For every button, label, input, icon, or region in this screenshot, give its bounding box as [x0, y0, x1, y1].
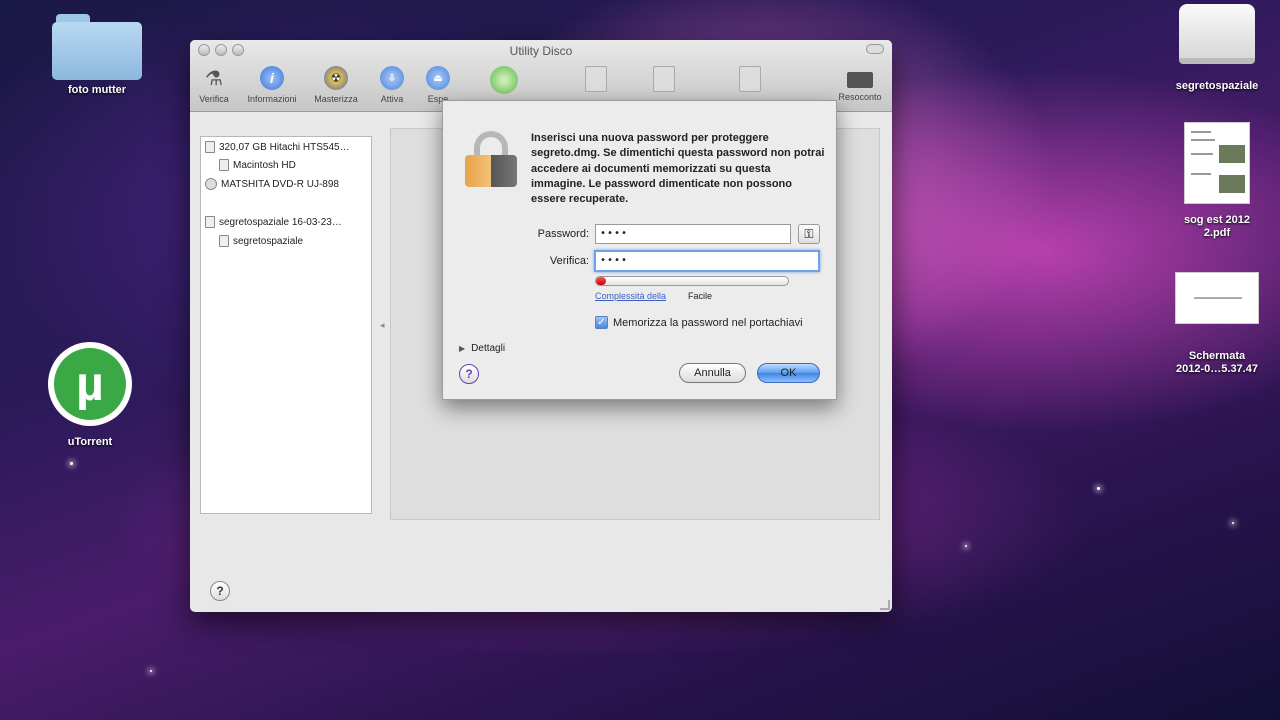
toolbar-resoconto-button[interactable]: Resoconto — [830, 66, 890, 102]
password-sheet: Inserisci una nuova password per protegg… — [442, 100, 837, 400]
burn-icon: ☢ — [324, 66, 348, 90]
mount-icon: ⇩ — [380, 66, 404, 90]
toolbar-verifica-button[interactable]: ⚗ Verifica — [184, 66, 244, 105]
sidebar-item-dvd-drive[interactable]: MATSHITA DVD-R UJ-898 — [205, 178, 339, 190]
toolbar-label: Masterizza — [314, 94, 358, 104]
verify-label: Verifica: — [549, 255, 589, 267]
cancel-button[interactable]: Annulla — [679, 363, 746, 383]
utorrent-app-icon: µ — [48, 342, 132, 426]
desktop-icon-label: sog est 2012 2.pdf — [1183, 214, 1251, 239]
password-assistant-key-icon[interactable]: ⚿ — [798, 224, 820, 244]
optical-drive-icon — [205, 178, 217, 190]
details-disclosure[interactable]: ▶ Dettagli — [459, 343, 505, 354]
password-label: Password: — [537, 228, 589, 240]
window-title: Utility Disco — [509, 44, 573, 58]
new-image-icon — [585, 66, 607, 92]
star — [1232, 522, 1234, 524]
log-icon — [847, 72, 873, 88]
remember-in-keychain-checkbox[interactable]: ✓ — [595, 316, 608, 329]
disclosure-triangle-icon: ▶ — [459, 344, 466, 353]
sidebar-item-label: Macintosh HD — [233, 159, 296, 171]
disk-image-icon — [205, 216, 215, 228]
desktop-icon-disk-image[interactable]: segretospaziale — [1170, 4, 1264, 93]
pdf-document-icon — [1184, 122, 1250, 204]
resize-handle[interactable] — [880, 600, 890, 610]
password-strength-link[interactable]: Complessità della — [595, 291, 666, 301]
toolbar-informazioni-button[interactable]: i Informazioni — [242, 66, 302, 104]
toolbar-label: Informazioni — [247, 94, 297, 104]
screenshot-thumbnail-icon — [1175, 272, 1259, 324]
remember-in-keychain-label: Memorizza la password nel portachiavi — [613, 316, 803, 329]
sidebar-item-label: 320,07 GB Hitachi HTS545… — [219, 141, 350, 153]
folder-icon — [52, 14, 142, 80]
lock-icon — [465, 131, 517, 187]
verify-password-field[interactable]: •••• — [594, 250, 820, 272]
microscope-icon: ⚗ — [205, 67, 223, 90]
star — [965, 545, 967, 547]
sidebar-item-label: segretospaziale 16-03-23… — [219, 216, 342, 228]
star — [150, 670, 152, 672]
info-icon: i — [260, 66, 284, 90]
star — [1097, 487, 1100, 490]
password-field[interactable]: •••• — [595, 224, 791, 244]
ok-button[interactable]: OK — [757, 363, 820, 383]
toolbar-toggle-button[interactable] — [866, 44, 884, 54]
sidebar-item-hitachi-disk[interactable]: 320,07 GB Hitachi HTS545… — [205, 141, 350, 153]
strength-fill — [596, 277, 606, 285]
desktop-icon-utorrent[interactable]: µ uTorrent — [46, 342, 134, 449]
desktop-icon-screenshot[interactable]: Schermata 2012-0…5.37.47 — [1160, 272, 1274, 376]
toolbar-espelli-button[interactable]: ⏏ Espe — [408, 66, 468, 104]
eject-icon: ⏏ — [426, 66, 450, 90]
desktop-icon-label: Schermata 2012-0…5.37.47 — [1176, 350, 1258, 375]
toolbar-enable-journaling-button[interactable] — [474, 66, 534, 94]
desktop-icon-label: uTorrent — [67, 436, 113, 448]
split-view-handle[interactable]: ◂ — [380, 320, 385, 331]
star — [70, 462, 73, 465]
desktop-icon-label: segretospaziale — [1175, 80, 1259, 92]
sidebar-item-label: MATSHITA DVD-R UJ-898 — [221, 178, 339, 190]
details-label: Dettagli — [471, 343, 506, 354]
desktop-icon-pdf[interactable]: sog est 2012 2.pdf — [1170, 122, 1264, 240]
sidebar-item-label: segretospaziale — [233, 235, 304, 247]
sidebar-item-disk-image[interactable]: segretospaziale 16-03-23… — [205, 216, 342, 228]
sheet-help-button[interactable]: ? — [459, 364, 479, 384]
toolbar-convert-button[interactable] — [634, 66, 694, 92]
sidebar-item-segretospaziale-volume[interactable]: segretospaziale — [219, 235, 303, 247]
convert-icon — [653, 66, 675, 92]
password-instructions: Inserisci una nuova password per protegg… — [531, 132, 825, 206]
disk-sidebar: 320,07 GB Hitachi HTS545… Macintosh HD M… — [200, 136, 372, 514]
volume-icon — [219, 235, 229, 247]
toolbar-label: Verifica — [199, 94, 229, 104]
desktop-icon-label: foto mutter — [67, 84, 127, 96]
password-strength-meter — [595, 276, 789, 286]
window-help-button[interactable]: ? — [210, 581, 230, 601]
remember-in-keychain-row[interactable]: ✓ Memorizza la password nel portachiavi — [595, 316, 803, 329]
sidebar-item-macintosh-hd[interactable]: Macintosh HD — [219, 159, 296, 171]
toolbar-new-image-button[interactable] — [566, 66, 626, 92]
desktop-icon-folder[interactable]: foto mutter — [52, 14, 142, 97]
password-strength-value: Facile — [688, 291, 713, 301]
volume-icon — [219, 159, 229, 171]
hard-disk-icon — [205, 141, 215, 153]
toolbar-label: Resoconto — [838, 92, 882, 102]
resize-image-icon — [739, 66, 761, 92]
toolbar-label: Attiva — [380, 94, 404, 104]
green-orb-icon — [490, 66, 518, 94]
drive-icon — [1179, 4, 1255, 64]
toolbar-masterizza-button[interactable]: ☢ Masterizza — [306, 66, 366, 104]
toolbar-resize-image-button[interactable] — [720, 66, 780, 92]
